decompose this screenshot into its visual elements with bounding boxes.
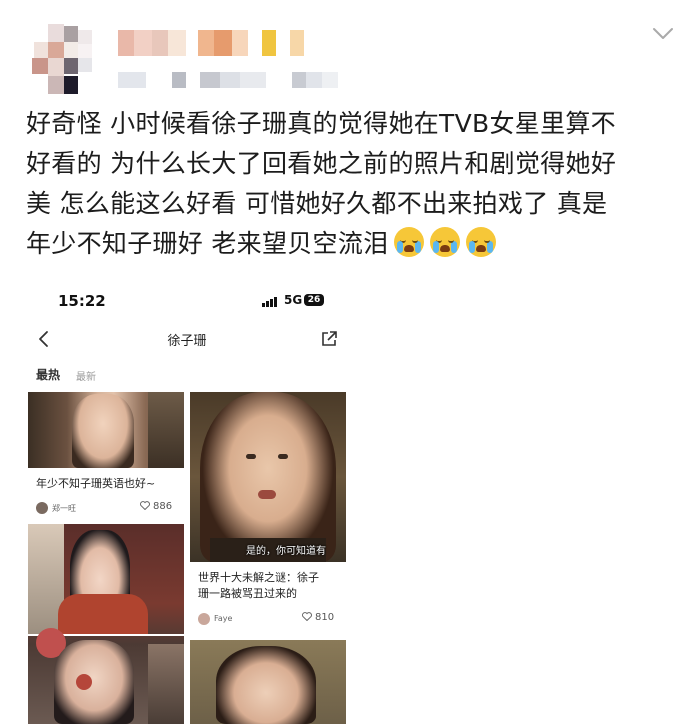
- card-username: Faye: [214, 614, 233, 623]
- tab-hot[interactable]: 最热: [36, 366, 60, 383]
- video-subtitle: 是的，你可知道有: [246, 546, 326, 557]
- crying-face-icon: [430, 227, 461, 257]
- note-card[interactable]: 年少不知子珊英语也好~ 郑一旺 886: [28, 392, 184, 520]
- nav-bar: 徐子珊: [22, 322, 352, 356]
- signal-icon: [262, 297, 278, 307]
- embedded-screenshot[interactable]: 15:22 5G 26 徐子珊 最热 最新 年少不知子珊英语也好~ 郑一旺 88…: [22, 284, 352, 724]
- user-avatar: [36, 502, 48, 514]
- like-count[interactable]: 886: [140, 501, 172, 512]
- post-line: 好奇怪 小时候看徐子珊真的觉得她在TVB女星里算不: [26, 109, 616, 138]
- heart-icon: [302, 612, 312, 621]
- user-avatar: [198, 613, 210, 625]
- network-label: 5G: [284, 293, 303, 307]
- battery-icon: 26: [304, 294, 324, 306]
- card-photo: [28, 524, 184, 724]
- post-line-last: 年少不知子珊好 老来望贝空流泪: [26, 224, 676, 265]
- note-card[interactable]: [190, 640, 346, 724]
- status-time: 15:22: [58, 292, 106, 310]
- nav-title: 徐子珊: [167, 334, 207, 349]
- card-photo: [28, 392, 184, 468]
- like-count[interactable]: 810: [302, 612, 334, 623]
- note-card[interactable]: 是的，你可知道有 世界十大未解之谜：徐子 珊一路被骂丑过来的 Faye 810: [190, 392, 346, 636]
- crying-face-icon: [466, 227, 497, 257]
- crying-face-icon: [394, 227, 425, 257]
- heart-icon: [140, 501, 150, 510]
- tab-new[interactable]: 最新: [76, 368, 96, 383]
- share-icon[interactable]: [320, 330, 338, 348]
- card-title: 世界十大未解之谜：徐子 珊一路被骂丑过来的: [198, 571, 319, 600]
- post-line: 好看的 为什么长大了回看她之前的照片和剧觉得她好: [26, 149, 617, 178]
- card-title: 年少不知子珊英语也好~: [36, 477, 156, 490]
- note-card[interactable]: [28, 524, 184, 724]
- card-photo: [190, 392, 346, 562]
- card-username: 郑一旺: [52, 504, 76, 513]
- post-line: 美 怎么能这么好看 可惜她好久都不出来拍戏了 真是: [26, 189, 608, 218]
- post-body: 好奇怪 小时候看徐子珊真的觉得她在TVB女星里算不 好看的 为什么长大了回看她之…: [26, 104, 676, 265]
- post-header: [0, 0, 700, 100]
- chevron-down-icon[interactable]: [650, 20, 676, 46]
- status-bar: 15:22 5G 26: [22, 284, 352, 320]
- card-photo: [190, 640, 346, 724]
- avatar[interactable]: [28, 24, 106, 96]
